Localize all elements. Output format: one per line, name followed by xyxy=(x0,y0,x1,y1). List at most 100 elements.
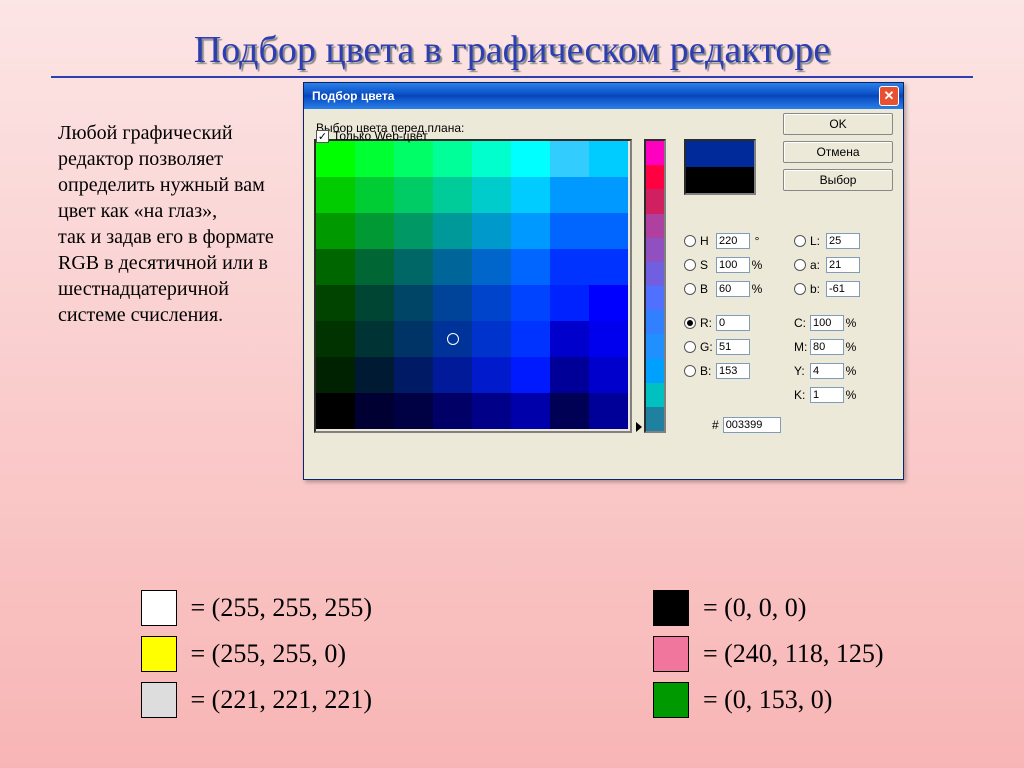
k-field[interactable] xyxy=(810,387,844,403)
legend-swatch xyxy=(653,590,689,626)
palette-cell[interactable] xyxy=(316,213,355,249)
palette-cell[interactable] xyxy=(355,357,394,393)
l-field[interactable] xyxy=(826,233,860,249)
palette-cell[interactable] xyxy=(589,393,628,429)
bv-field[interactable] xyxy=(716,281,750,297)
palette-cell[interactable] xyxy=(433,249,472,285)
palette-cell[interactable] xyxy=(550,177,589,213)
palette-cell[interactable] xyxy=(589,177,628,213)
palette-cell[interactable] xyxy=(472,357,511,393)
titlebar[interactable]: Подбор цвета ✕ xyxy=(304,83,903,109)
palette-cell[interactable] xyxy=(355,141,394,177)
palette-cell[interactable] xyxy=(433,393,472,429)
palette-cell[interactable] xyxy=(511,141,550,177)
y-field[interactable] xyxy=(810,363,844,379)
palette-cell[interactable] xyxy=(550,357,589,393)
select-button[interactable]: Выбор xyxy=(783,169,893,191)
palette-cell[interactable] xyxy=(355,177,394,213)
legend-row: = (0, 153, 0) xyxy=(653,682,884,718)
palette-cell[interactable] xyxy=(394,321,433,357)
hue-strip[interactable] xyxy=(644,139,666,433)
palette-cell[interactable] xyxy=(589,357,628,393)
palette-cell[interactable] xyxy=(550,249,589,285)
palette-cell[interactable] xyxy=(433,213,472,249)
palette-cell[interactable] xyxy=(511,321,550,357)
h-field[interactable] xyxy=(716,233,750,249)
palette-cell[interactable] xyxy=(394,249,433,285)
palette-cell[interactable] xyxy=(472,321,511,357)
radio-a[interactable] xyxy=(794,259,806,271)
palette-cell[interactable] xyxy=(433,177,472,213)
g-field[interactable] xyxy=(716,339,750,355)
palette-cell[interactable] xyxy=(316,141,355,177)
palette-cell[interactable] xyxy=(472,213,511,249)
palette-cell[interactable] xyxy=(433,141,472,177)
palette-cell[interactable] xyxy=(316,285,355,321)
palette-cell[interactable] xyxy=(550,321,589,357)
hex-field[interactable] xyxy=(723,417,781,433)
legend-value: = (240, 118, 125) xyxy=(703,639,884,669)
palette-cell[interactable] xyxy=(589,249,628,285)
legend-swatch xyxy=(141,682,177,718)
radio-g[interactable] xyxy=(684,341,696,353)
palette-cell[interactable] xyxy=(511,285,550,321)
palette-cell[interactable] xyxy=(550,285,589,321)
palette-cell[interactable] xyxy=(355,285,394,321)
bb-field[interactable] xyxy=(716,363,750,379)
palette-cell[interactable] xyxy=(316,393,355,429)
palette-cell[interactable] xyxy=(394,357,433,393)
web-only-checkbox[interactable]: ✓ xyxy=(316,130,329,143)
palette-cell[interactable] xyxy=(511,177,550,213)
radio-b[interactable] xyxy=(794,283,806,295)
palette-cell[interactable] xyxy=(472,177,511,213)
palette-cell[interactable] xyxy=(550,141,589,177)
palette-cell[interactable] xyxy=(355,393,394,429)
palette-cell[interactable] xyxy=(472,285,511,321)
radio-r[interactable] xyxy=(684,317,696,329)
palette-cell[interactable] xyxy=(550,393,589,429)
radio-l[interactable] xyxy=(794,235,806,247)
radio-bb[interactable] xyxy=(684,365,696,377)
palette-cell[interactable] xyxy=(472,393,511,429)
radio-bv[interactable] xyxy=(684,283,696,295)
palette-cell[interactable] xyxy=(433,357,472,393)
palette-cell[interactable] xyxy=(589,321,628,357)
m-field[interactable] xyxy=(810,339,844,355)
palette-cell[interactable] xyxy=(589,141,628,177)
ok-button[interactable]: OK xyxy=(783,113,893,135)
value-fields: H ° L: S % a: B % b: R: xyxy=(684,229,893,437)
palette-cell[interactable] xyxy=(433,285,472,321)
palette-cell[interactable] xyxy=(355,321,394,357)
s-field[interactable] xyxy=(716,257,750,273)
palette-cell[interactable] xyxy=(316,321,355,357)
color-palette[interactable] xyxy=(314,139,632,433)
palette-cell[interactable] xyxy=(394,393,433,429)
radio-s[interactable] xyxy=(684,259,696,271)
palette-cell[interactable] xyxy=(511,393,550,429)
palette-cell[interactable] xyxy=(355,249,394,285)
palette-cell[interactable] xyxy=(511,213,550,249)
cancel-button[interactable]: Отмена xyxy=(783,141,893,163)
palette-cell[interactable] xyxy=(472,249,511,285)
palette-cell[interactable] xyxy=(511,357,550,393)
palette-cell[interactable] xyxy=(394,177,433,213)
palette-cell[interactable] xyxy=(550,213,589,249)
palette-cell[interactable] xyxy=(589,213,628,249)
palette-cell[interactable] xyxy=(355,213,394,249)
palette-cell[interactable] xyxy=(316,357,355,393)
legend-swatch xyxy=(653,682,689,718)
palette-cell[interactable] xyxy=(472,141,511,177)
palette-cell[interactable] xyxy=(394,285,433,321)
b-field[interactable] xyxy=(826,281,860,297)
close-icon[interactable]: ✕ xyxy=(879,86,899,106)
c-field[interactable] xyxy=(810,315,844,331)
a-field[interactable] xyxy=(826,257,860,273)
palette-cell[interactable] xyxy=(394,141,433,177)
palette-cell[interactable] xyxy=(589,285,628,321)
palette-cell[interactable] xyxy=(394,213,433,249)
palette-cell[interactable] xyxy=(316,177,355,213)
radio-h[interactable] xyxy=(684,235,696,247)
palette-cell[interactable] xyxy=(511,249,550,285)
palette-cell[interactable] xyxy=(316,249,355,285)
r-field[interactable] xyxy=(716,315,750,331)
